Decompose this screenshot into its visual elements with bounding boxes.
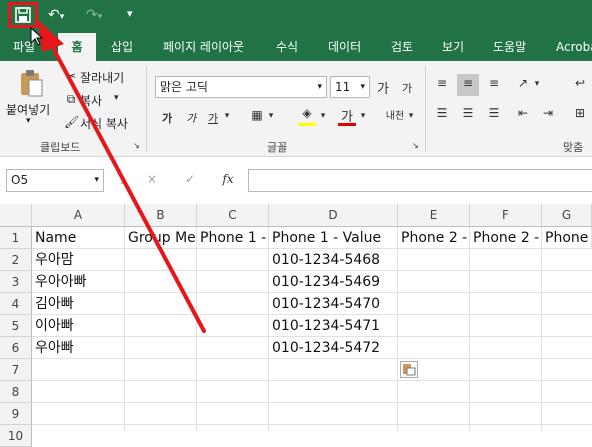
annotation-arrow	[38, 20, 206, 333]
mouse-cursor-icon	[30, 27, 44, 46]
